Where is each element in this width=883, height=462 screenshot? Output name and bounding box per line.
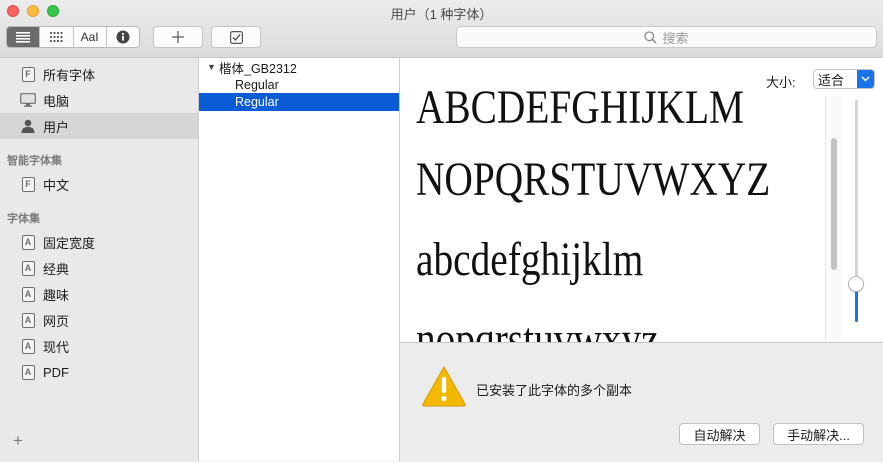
sidebar-item-web[interactable]: A 网页 bbox=[0, 307, 198, 333]
preview-line: nopqrstuvwxyz bbox=[416, 313, 659, 342]
user-icon bbox=[21, 119, 35, 133]
search-icon bbox=[644, 30, 658, 44]
sidebar-item-label: 固定宽度 bbox=[43, 235, 96, 251]
sidebar-item-label: 中文 bbox=[43, 177, 70, 193]
add-collection-button[interactable]: + bbox=[13, 431, 23, 451]
plus-icon bbox=[172, 31, 184, 43]
checkbox-icon bbox=[229, 30, 243, 44]
sidebar-item-fun[interactable]: A 趣味 bbox=[0, 281, 198, 307]
sidebar-item-label: PDF bbox=[43, 364, 69, 380]
preview-scrollbar[interactable] bbox=[825, 96, 842, 342]
collection-icon: A bbox=[21, 364, 35, 380]
font-doc-icon: F bbox=[21, 66, 35, 82]
font-preview-pane: ABCDEFGHIJKLM NOPQRSTUVWXYZ abcdefghijkl… bbox=[400, 58, 883, 342]
window-title: 用户（1 种字体） bbox=[390, 7, 493, 22]
size-label: 大小: bbox=[766, 75, 796, 90]
size-value: 适合 bbox=[818, 72, 845, 88]
search-field[interactable]: 搜索 bbox=[456, 26, 877, 48]
preview-line: ABCDEFGHIJKLM bbox=[416, 81, 745, 134]
preview-line: abcdefghijklm bbox=[416, 233, 644, 286]
font-doc-icon: F bbox=[21, 176, 35, 192]
sidebar-item-user[interactable]: 用户 bbox=[0, 113, 198, 139]
chevron-down-icon bbox=[857, 70, 874, 88]
sidebar-item-label: 用户 bbox=[43, 119, 70, 135]
collection-icon: A bbox=[21, 260, 35, 276]
sidebar-item-label: 所有字体 bbox=[43, 67, 96, 83]
title-bar: 用户（1 种字体） AaI 搜索 bbox=[0, 0, 883, 58]
list-icon bbox=[16, 31, 31, 43]
sidebar-item-label: 趣味 bbox=[43, 287, 70, 303]
size-popup-button[interactable]: 适合 bbox=[813, 69, 875, 89]
disclosure-triangle-icon[interactable]: ▼ bbox=[207, 62, 216, 72]
sidebar: F 所有字体 电脑 用户 智能字体集 F 中文 字体集 A 固定宽度 A 经典 … bbox=[0, 58, 199, 461]
sidebar-item-computer[interactable]: 电脑 bbox=[0, 87, 198, 113]
sidebar-item-fixed-width[interactable]: A 固定宽度 bbox=[0, 229, 198, 255]
info-icon bbox=[116, 30, 130, 44]
scrollbar-thumb[interactable] bbox=[831, 138, 837, 270]
duplicate-warning-pane: 已安装了此字体的多个副本 自动解决 手动解决... bbox=[400, 342, 883, 462]
preview-line: NOPQRSTUVWXYZ bbox=[416, 153, 771, 206]
computer-icon bbox=[20, 93, 36, 107]
list-view-button[interactable] bbox=[7, 27, 40, 47]
font-face-row-selected[interactable]: Regular bbox=[199, 93, 399, 111]
collection-icon: A bbox=[21, 312, 35, 328]
sidebar-item-modern[interactable]: A 现代 bbox=[0, 333, 198, 359]
font-face-label: Regular bbox=[235, 95, 279, 109]
font-family-row[interactable]: ▼ 楷体_GB2312 bbox=[199, 58, 399, 76]
sidebar-item-label: 网页 bbox=[43, 313, 70, 329]
sample-text-icon: AaI bbox=[80, 30, 99, 44]
sidebar-item-label: 现代 bbox=[43, 339, 70, 355]
warning-message: 已安装了此字体的多个副本 bbox=[476, 383, 633, 398]
sidebar-item-pdf[interactable]: A PDF bbox=[0, 359, 198, 385]
warning-icon bbox=[422, 365, 466, 407]
sidebar-item-label: 经典 bbox=[43, 261, 70, 277]
font-list: ▼ 楷体_GB2312 Regular Regular bbox=[199, 58, 400, 461]
font-face-label: Regular bbox=[235, 78, 279, 92]
add-font-button[interactable] bbox=[153, 26, 203, 48]
validate-font-button[interactable] bbox=[211, 26, 261, 48]
grid-icon bbox=[50, 31, 63, 43]
collection-icon: A bbox=[21, 234, 35, 250]
auto-resolve-button[interactable]: 自动解决 bbox=[679, 423, 760, 445]
sidebar-item-classic[interactable]: A 经典 bbox=[0, 255, 198, 281]
sidebar-item-all-fonts[interactable]: F 所有字体 bbox=[0, 61, 198, 87]
collections-header: 字体集 bbox=[7, 213, 40, 225]
collection-icon: A bbox=[21, 286, 35, 302]
info-view-button[interactable] bbox=[105, 27, 139, 47]
grid-view-button[interactable] bbox=[39, 27, 73, 47]
font-face-row[interactable]: Regular bbox=[199, 76, 399, 94]
font-family-name: 楷体_GB2312 bbox=[219, 61, 297, 76]
manual-resolve-button[interactable]: 手动解决... bbox=[773, 423, 864, 445]
sidebar-item-chinese[interactable]: F 中文 bbox=[0, 171, 198, 197]
size-slider-knob[interactable] bbox=[848, 276, 864, 292]
smart-collections-header: 智能字体集 bbox=[7, 155, 62, 167]
view-mode-segmented-control: AaI bbox=[6, 26, 140, 48]
collection-icon: A bbox=[21, 338, 35, 354]
sidebar-item-label: 电脑 bbox=[43, 93, 70, 109]
search-placeholder: 搜索 bbox=[662, 30, 689, 46]
sample-text-view-button[interactable]: AaI bbox=[72, 27, 106, 47]
